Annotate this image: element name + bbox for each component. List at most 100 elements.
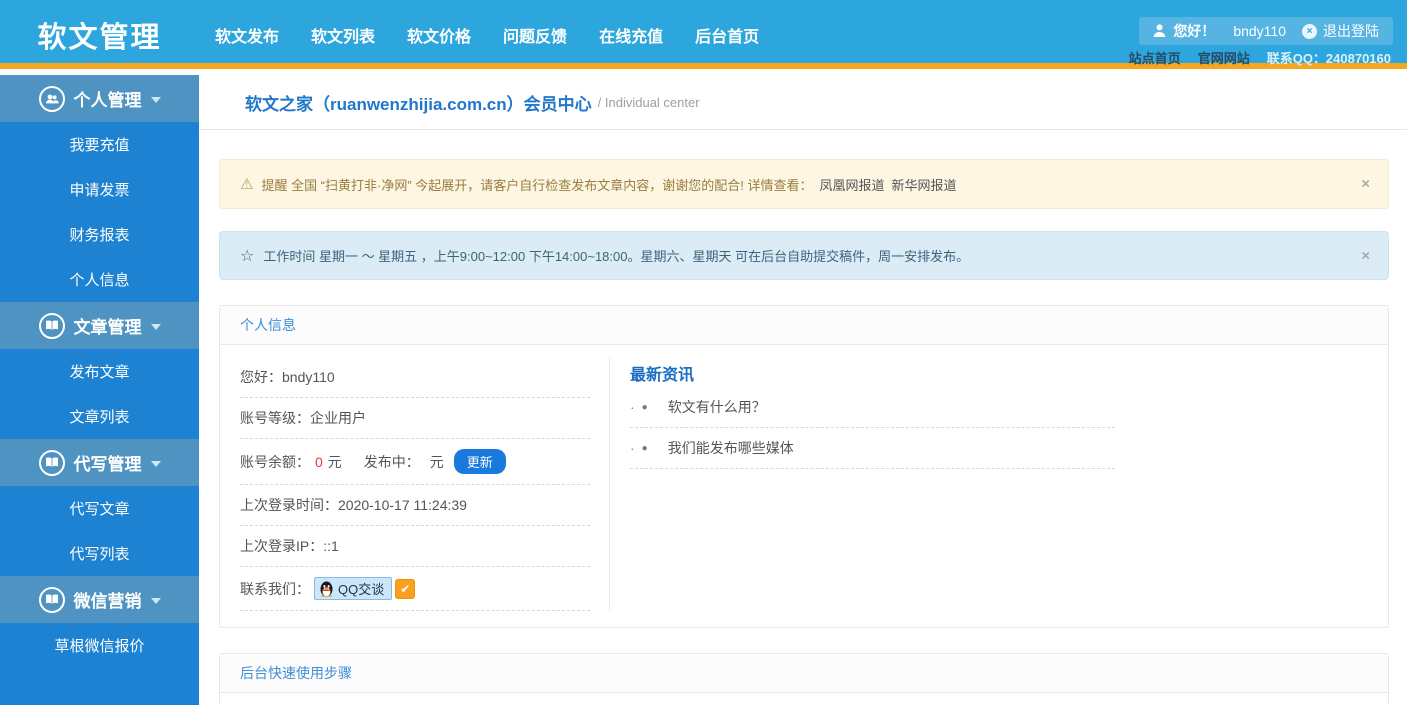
nav-item-list[interactable]: 软文列表	[295, 23, 391, 47]
book-icon	[38, 312, 65, 339]
personal-info-panel: 个人信息 您好： bndy110 账号等级： 企业用户 账号余额： 0 元 发布…	[219, 305, 1389, 628]
topbar: 软文管理 软文发布 软文列表 软文价格 问题反馈 在线充值 后台首页 您好！ b…	[0, 0, 1407, 69]
warning-text: 提醒 全国 “扫黄打非·净网” 今起展开，请客户自行检查发布文章内容，谢谢您的配…	[261, 177, 813, 193]
sidebar-item-publish-article[interactable]: 发布文章	[0, 349, 199, 394]
qq-penguin-icon	[320, 581, 333, 597]
publishing-label: 发布中：	[363, 453, 420, 470]
quick-steps-panel: 后台快速使用步骤 Step1：注册账号 注册账号，填写账号、密码、联系方式，点击…	[219, 653, 1389, 705]
level-label: 账号等级：	[240, 410, 310, 426]
users-icon	[38, 85, 65, 112]
warning-alert: ⚠ 提醒 全国 “扫黄打非·净网” 今起展开，请客户自行检查发布文章内容，谢谢您…	[219, 159, 1389, 209]
info-text: 工作时间 星期一 ～ 星期五 ，上午9:00~12:00 下午14:00~18:…	[263, 249, 970, 264]
logout-label: 退出登陆	[1323, 23, 1379, 39]
bullet-dot-icon: ·	[630, 440, 635, 456]
page-title: 软文之家（ruanwenzhijia.com.cn）会员中心	[245, 94, 592, 114]
bullet-dot-icon: ●	[641, 401, 648, 413]
bullet-dot-icon: ●	[641, 442, 648, 454]
level-value: 企业用户	[310, 410, 366, 426]
nav-item-admin-home[interactable]: 后台首页	[679, 23, 775, 47]
contact-qq-text: 联系QQ：240870160	[1266, 51, 1391, 66]
sidebar-item-finance-report[interactable]: 财务报表	[0, 212, 199, 257]
bullet-dot-icon: ·	[630, 399, 635, 415]
book-icon	[38, 449, 65, 476]
news-item[interactable]: · ● 软文有什么用？	[630, 387, 1115, 428]
close-icon[interactable]: ×	[1361, 176, 1370, 193]
shield-check-icon: ✔	[395, 578, 416, 599]
balance-label: 账号余额：	[240, 453, 310, 470]
sidebar-item-recharge[interactable]: 我要充值	[0, 122, 199, 167]
sidebar-item-ghostwrite-list[interactable]: 代写列表	[0, 531, 199, 576]
sidebar-group-label: 微信营销	[73, 592, 142, 611]
balance-row: 账号余额： 0 元 发布中： 元 更新	[240, 439, 590, 485]
refresh-button[interactable]: 更新	[453, 449, 506, 474]
sidebar-group-label: 文章管理	[73, 318, 142, 337]
info-alert: ☆ 工作时间 星期一 ～ 星期五 ，上午9:00~12:00 下午14:00~1…	[219, 231, 1389, 280]
book-icon	[38, 586, 65, 613]
user-icon	[1153, 24, 1166, 38]
greeting-value: bndy110	[282, 369, 335, 385]
last-login-ip-label: 上次登录IP：	[240, 538, 324, 554]
nav-item-recharge[interactable]: 在线充值	[583, 23, 679, 47]
news-item-label: 软文有什么用？	[667, 399, 766, 415]
contact-label: 联系我们：	[240, 580, 310, 597]
logout-icon: ×	[1302, 23, 1317, 39]
sidebar-group-article[interactable]: 文章管理	[0, 302, 199, 349]
caret-down-icon	[150, 460, 161, 467]
nav-item-feedback[interactable]: 问题反馈	[487, 23, 583, 47]
topbar-links: 站点首页 官网网站 联系QQ：240870160	[1129, 48, 1391, 67]
last-login-ip-row: 上次登录IP： ::1	[240, 526, 590, 567]
last-login-time-label: 上次登录时间：	[240, 497, 338, 513]
sidebar-group-label: 代写管理	[73, 455, 142, 474]
profile-details: 您好： bndy110 账号等级： 企业用户 账号余额： 0 元 发布中： 元 …	[240, 357, 610, 611]
nav-item-price[interactable]: 软文价格	[391, 23, 487, 47]
news-section: 最新资讯 · ● 软文有什么用？ · ● 我们能发布哪些媒体	[610, 357, 1368, 611]
warning-link-fenghuang[interactable]: 凤凰网报道	[820, 175, 885, 194]
news-item[interactable]: · ● 我们能发布哪些媒体	[630, 428, 1115, 469]
sidebar: 个人管理 我要充值 申请发票 财务报表 个人信息 文章管理 发布文章 文章列表 …	[0, 75, 199, 705]
news-item-label: 我们能发布哪些媒体	[667, 440, 794, 456]
last-login-time-row: 上次登录时间： 2020-10-17 11:24:39	[240, 485, 590, 526]
content-area: ⚠ 提醒 全国 “扫黄打非·净网” 今起展开，请客户自行检查发布文章内容，谢谢您…	[199, 159, 1407, 705]
close-icon[interactable]: ×	[1361, 247, 1370, 264]
top-navigation: 软文发布 软文列表 软文价格 问题反馈 在线充值 后台首页	[199, 0, 775, 69]
account-level-row: 账号等级： 企业用户	[240, 398, 590, 439]
app-logo: 软文管理	[37, 21, 162, 54]
user-pill[interactable]: 您好！ bndy110 × 退出登陆	[1139, 17, 1393, 45]
contact-row: 联系我们： QQ交谈 ✔	[240, 567, 590, 611]
sidebar-group-ghostwriting[interactable]: 代写管理	[0, 439, 199, 486]
sidebar-item-article-list[interactable]: 文章列表	[0, 394, 199, 439]
warning-link-xinhua[interactable]: 新华网报道	[892, 175, 957, 194]
sidebar-item-ghostwrite-article[interactable]: 代写文章	[0, 486, 199, 531]
sidebar-group-personal[interactable]: 个人管理	[0, 75, 199, 122]
panel-title: 后台快速使用步骤	[220, 654, 1388, 693]
nav-item-publish[interactable]: 软文发布	[199, 23, 295, 47]
warning-icon: ⚠	[240, 176, 254, 193]
official-site-link[interactable]: 官网网站	[1198, 48, 1250, 67]
last-login-time-value: 2020-10-17 11:24:39	[338, 497, 467, 513]
caret-down-icon	[150, 323, 161, 330]
step1-row: Step1：注册账号 注册账号，填写账号、密码、联系方式，点击[提交]完成注册	[220, 693, 1388, 705]
qq-chat-label: QQ交谈	[338, 582, 385, 597]
publishing-unit: 元	[429, 453, 444, 470]
sidebar-item-personal-info[interactable]: 个人信息	[0, 257, 199, 302]
balance-unit: 元	[327, 453, 342, 470]
username-text: bndy110	[1233, 23, 1286, 39]
greeting-label: 您好：	[240, 369, 282, 385]
sidebar-item-invoice[interactable]: 申请发票	[0, 167, 199, 212]
logout-button[interactable]: × 退出登陆	[1302, 21, 1379, 41]
sidebar-group-label: 个人管理	[73, 91, 142, 110]
panel-title: 个人信息	[220, 306, 1388, 345]
greeting-row: 您好： bndy110	[240, 357, 590, 398]
news-title: 最新资讯	[630, 367, 695, 384]
caret-down-icon	[150, 96, 161, 103]
balance-value: 0	[315, 453, 323, 470]
caret-down-icon	[150, 597, 161, 604]
star-icon: ☆	[240, 247, 255, 265]
last-login-ip-value: ::1	[323, 538, 339, 554]
page-header: 软文之家（ruanwenzhijia.com.cn）会员中心 / Individ…	[199, 75, 1407, 130]
panel-body: 您好： bndy110 账号等级： 企业用户 账号余额： 0 元 发布中： 元 …	[220, 345, 1388, 627]
site-home-link[interactable]: 站点首页	[1129, 48, 1181, 67]
sidebar-item-wechat-quote[interactable]: 草根微信报价	[0, 623, 199, 668]
sidebar-group-wechat[interactable]: 微信营销	[0, 576, 199, 623]
qq-chat-button[interactable]: QQ交谈 ✔	[314, 577, 416, 600]
